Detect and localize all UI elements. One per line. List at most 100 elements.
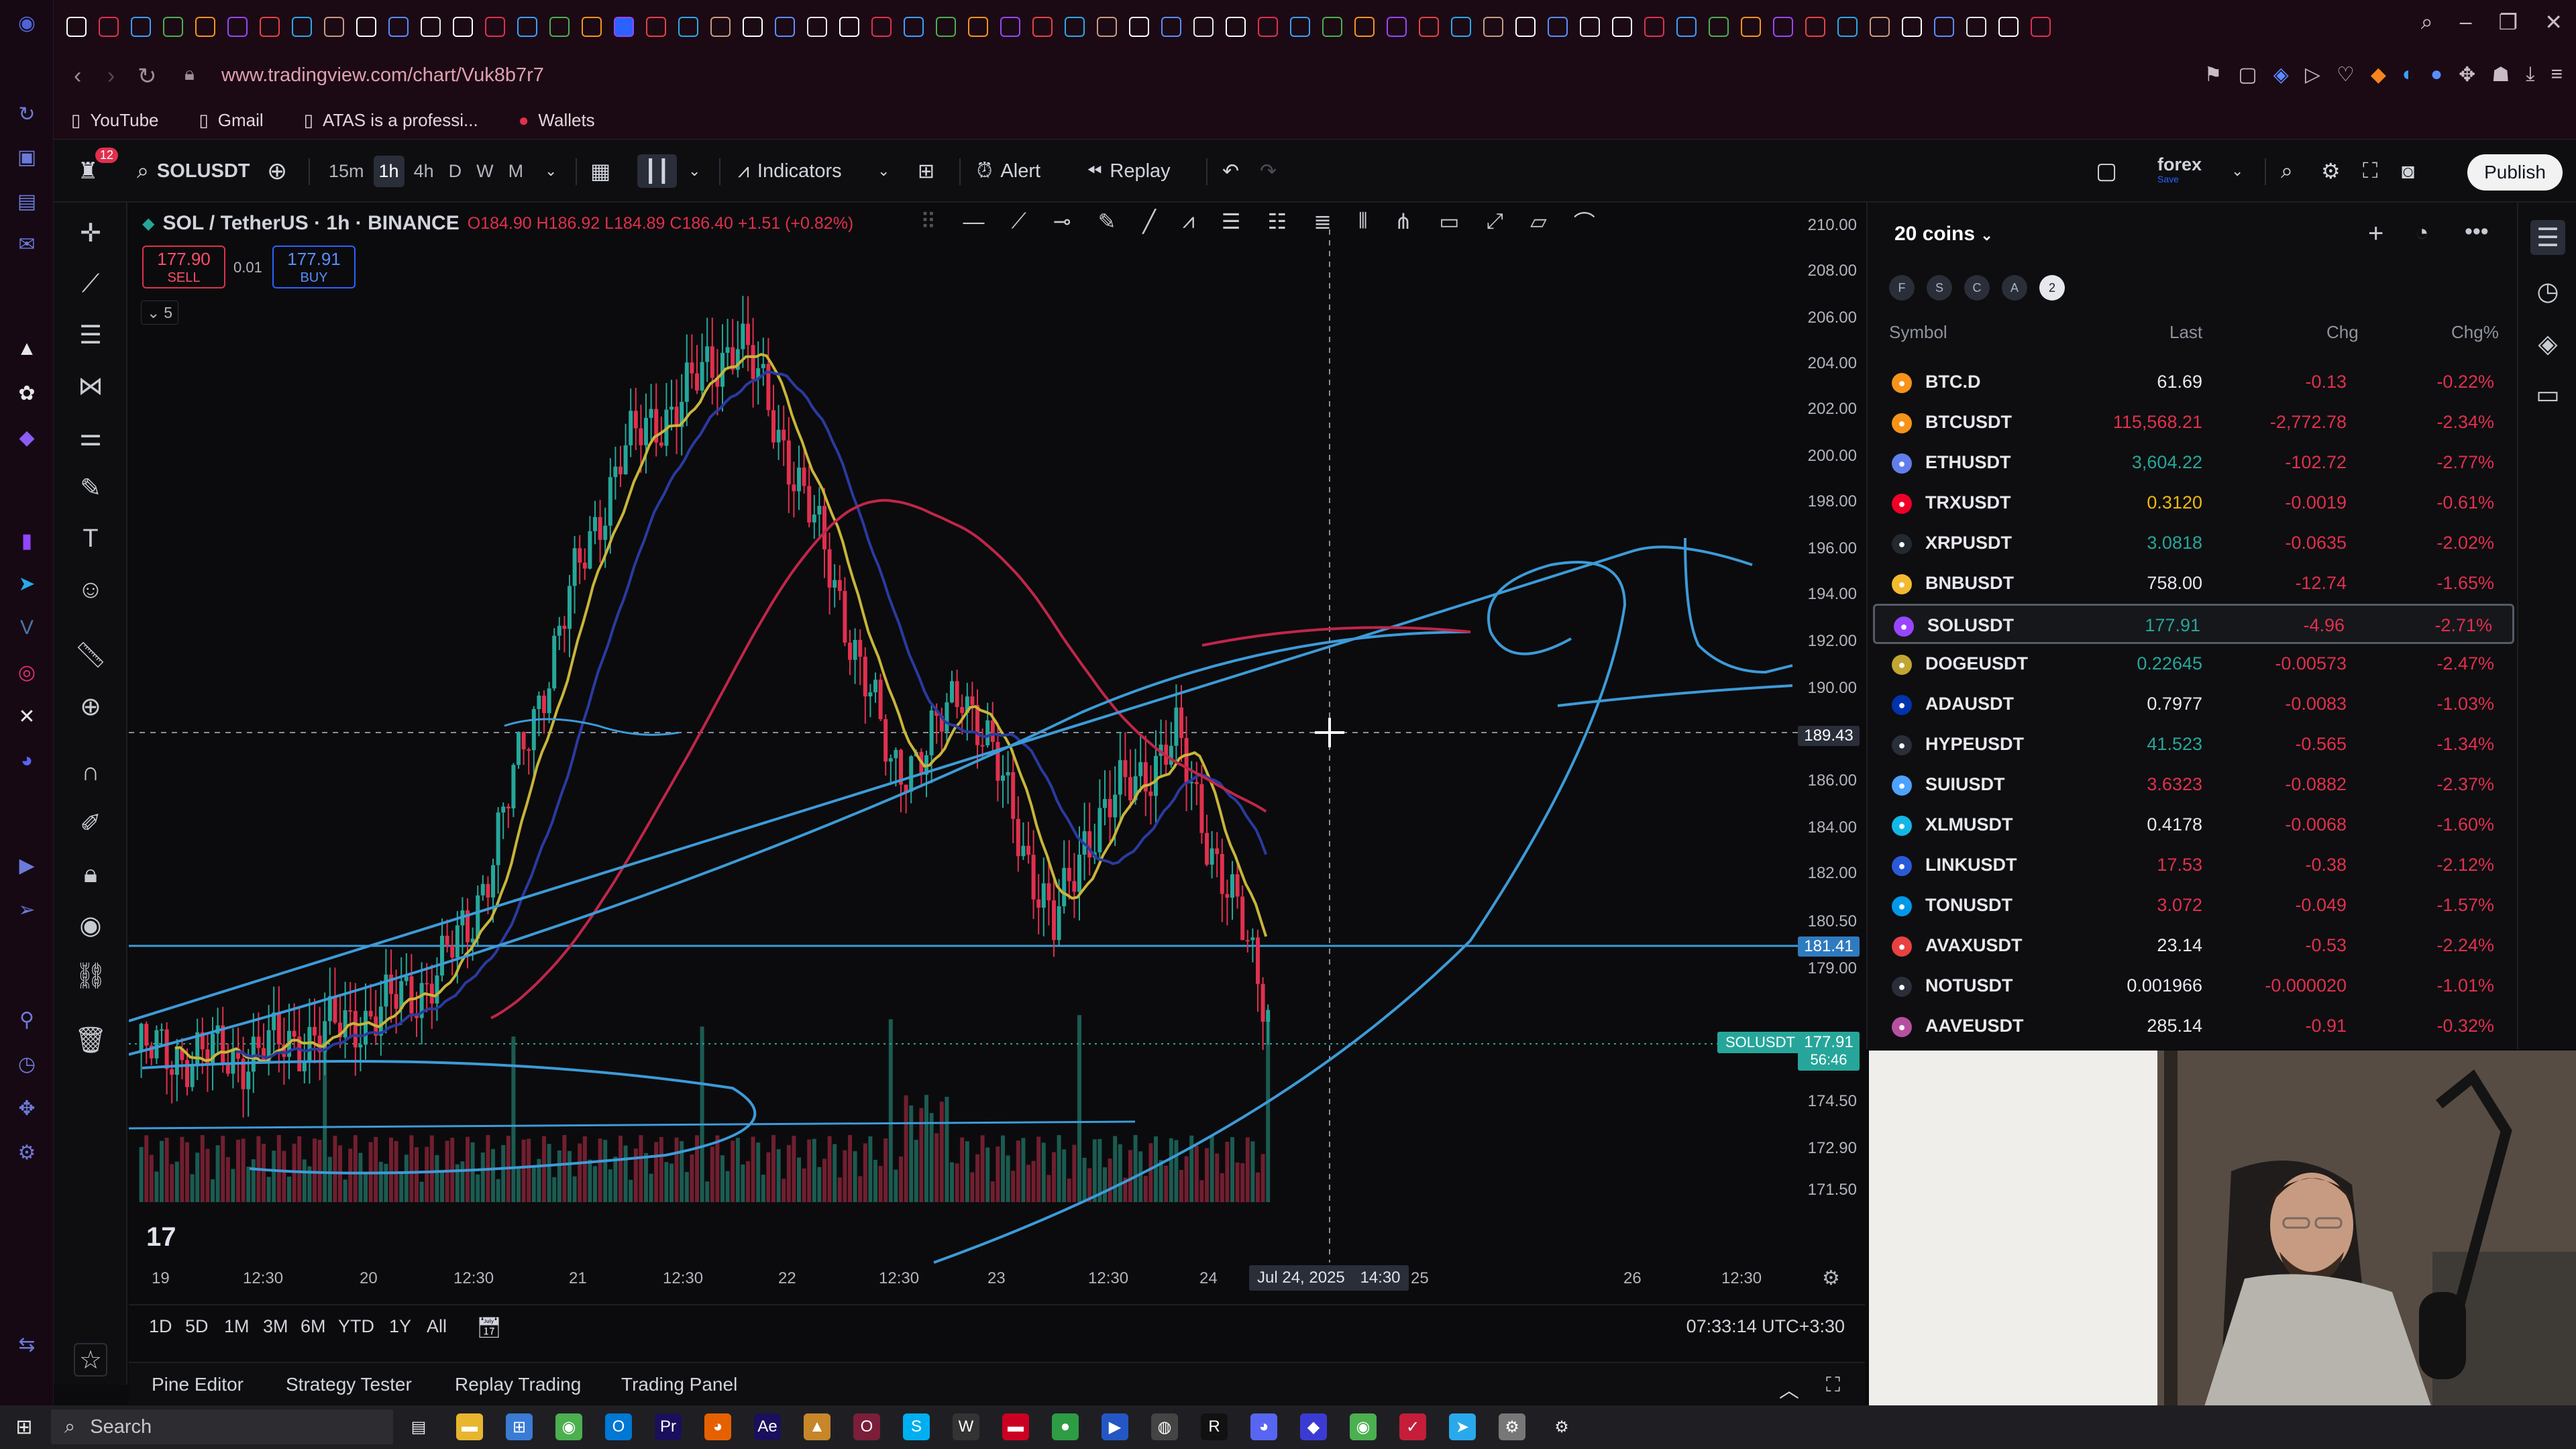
candles-icon[interactable]: ┃┃ [637, 154, 677, 188]
symbol-search[interactable]: ⌕ SOLUSDT [137, 154, 250, 188]
price-chart[interactable]: ◆ SOL / TetherUS · 1h · BINANCE O184.90 … [129, 203, 1798, 1296]
app-icon-v[interactable]: ✓ [1399, 1413, 1426, 1440]
col-chg-header[interactable]: Chg [2326, 322, 2359, 343]
watchlist-row[interactable]: ● SOLUSDT 177.91 -4.96 -2.71% [1873, 604, 2514, 644]
price-axis[interactable]: 210.00 208.00 206.00 204.00 202.00 200.00 198.… [1798, 203, 1865, 1296]
browser-tab-icon[interactable] [388, 17, 409, 37]
browser-tab-icon[interactable] [1129, 17, 1149, 37]
extension-a-icon[interactable]: ◐ [2402, 63, 2414, 87]
settings-gear-icon[interactable]: ⚙ [2321, 154, 2341, 188]
sidebar-toggle-icon[interactable]: ⇆ [13, 1331, 40, 1358]
layout-dropdown-icon[interactable]: ⌄ [2231, 154, 2243, 188]
browser-tab-icon[interactable] [678, 17, 698, 37]
heart-icon[interactable]: ♡ [2337, 63, 2355, 87]
undo-icon[interactable]: ↶ [1222, 154, 1239, 188]
forward-icon[interactable]: › [107, 63, 115, 89]
crosshair-icon[interactable]: ✛ [74, 216, 107, 250]
extensions-icon[interactable]: ✥ [2459, 63, 2475, 87]
browser-tab-icon[interactable] [743, 17, 763, 37]
tab-pine-editor[interactable]: Pine Editor [152, 1374, 244, 1395]
app-icon-settings[interactable]: ⚙ [1548, 1413, 1575, 1440]
browser-tab-icon[interactable] [1741, 17, 1761, 37]
tab-strategy-tester[interactable]: Strategy Tester [286, 1374, 412, 1395]
browser-tab-icon[interactable] [227, 17, 248, 37]
browser-tab-icon[interactable] [1676, 17, 1697, 37]
browser-tab-icon[interactable] [775, 17, 795, 37]
x-icon[interactable]: ✕ [13, 703, 40, 730]
watchlist-row[interactable]: ● SUIUSDT 3.6323 -0.0882 -2.37% [1873, 765, 2514, 805]
app-icon-r[interactable]: R [1201, 1413, 1228, 1440]
player-icon[interactable]: ▶ [13, 852, 40, 879]
aria-icon[interactable]: ▲ [13, 335, 40, 362]
browser-tab-icon[interactable] [1709, 17, 1729, 37]
timeframe-W[interactable]: W [471, 156, 498, 187]
telegram-icon[interactable]: ➤ [13, 570, 40, 597]
bookmark-icon[interactable]: ⚑ [2204, 63, 2222, 87]
browser-tab-icon[interactable] [1419, 17, 1439, 37]
vlc-icon[interactable]: ▲ [804, 1413, 830, 1440]
taskbar-search[interactable]: ⌕ Search [51, 1409, 393, 1444]
extension-b-icon[interactable]: ● [2430, 63, 2443, 87]
path-tool-icon[interactable]: ⩘ [1183, 209, 1195, 234]
add-symbol-icon[interactable]: + [2368, 219, 2383, 249]
browser-tab-icon[interactable] [1966, 17, 1986, 37]
publish-button[interactable]: Publish [2467, 154, 2563, 191]
send-icon[interactable]: ➢ [13, 896, 40, 923]
col-last-header[interactable]: Last [2169, 322, 2202, 343]
watchlist-icon[interactable]: ☰ [2530, 220, 2565, 255]
chrome-2-icon[interactable]: ◉ [1350, 1413, 1377, 1440]
browser-tab-icon[interactable] [1000, 17, 1020, 37]
magnet-icon[interactable]: ∩ [74, 755, 107, 789]
browser-tab-icon[interactable] [1065, 17, 1085, 37]
lock-all-icon[interactable]: 🔒︎ [74, 857, 107, 891]
browser-tab-icon[interactable] [1483, 17, 1503, 37]
chart-style-icon[interactable]: ▦ [590, 154, 610, 188]
range-1M[interactable]: 1M [224, 1316, 250, 1337]
trash-icon[interactable]: 🗑︎ [74, 1024, 107, 1057]
timeframe-15m[interactable]: 15m [323, 156, 370, 187]
browser-tab-icon[interactable] [839, 17, 859, 37]
skype-icon[interactable]: S [903, 1413, 930, 1440]
browser-tab-icon[interactable] [1193, 17, 1214, 37]
browser-tab-icon[interactable] [1612, 17, 1632, 37]
replay-button[interactable]: ⏪︎ Replay [1087, 154, 1171, 188]
indicators-collapse-toggle[interactable]: ⌄ 5 [141, 301, 178, 325]
range-All[interactable]: All [427, 1316, 447, 1337]
bookmark-wallets[interactable]: ● Wallets [519, 110, 595, 131]
browser-tab-icon[interactable] [131, 17, 151, 37]
timeframe-D[interactable]: D [443, 156, 468, 187]
browser-tab-icon[interactable] [260, 17, 280, 37]
app-icon-purple[interactable]: ◆ [1300, 1413, 1327, 1440]
range-3M[interactable]: 3M [263, 1316, 288, 1337]
maximize-icon[interactable]: ❐ [2499, 9, 2518, 35]
ray-tool-icon[interactable]: ⟋ [1011, 209, 1026, 234]
range-YTD[interactable]: YTD [338, 1316, 374, 1337]
watchlist-flag[interactable]: F [1889, 275, 1915, 301]
browser-tab-icon[interactable] [1548, 17, 1568, 37]
discord-icon[interactable]: ◕ [13, 747, 40, 774]
firefox-icon[interactable]: ◕ [704, 1413, 731, 1440]
browser-tab-icon[interactable] [485, 17, 505, 37]
rect-tool-icon[interactable]: ▭ [1439, 209, 1459, 234]
browser-tab-icon[interactable] [517, 17, 537, 37]
play-icon[interactable]: ▷ [2305, 63, 2320, 87]
redo-icon[interactable]: ↷ [1260, 154, 1277, 188]
drag-handle-icon[interactable]: ⠿ [920, 209, 936, 234]
pen-tool-icon[interactable]: ✎ [1098, 209, 1116, 234]
camera-icon[interactable]: ◙ [2402, 154, 2414, 188]
col-symbol-header[interactable]: Symbol [1889, 322, 1947, 343]
fib-icon[interactable]: ⚌ [74, 420, 107, 453]
watchlist-flag[interactable]: C [1964, 275, 1990, 301]
close-window-icon[interactable]: ✕ [2544, 9, 2563, 35]
pitchfork-tool-icon[interactable]: ⋔ [1394, 209, 1412, 234]
curve-tool-icon[interactable]: ⌒ [1574, 206, 1595, 237]
browser-tab-icon[interactable] [1805, 17, 1825, 37]
more-options-icon[interactable]: ••• [2465, 219, 2489, 245]
hline-tool-icon[interactable]: ⊸ [1053, 209, 1071, 234]
eye-icon[interactable]: ◉ [74, 908, 107, 942]
fullscreen-icon[interactable]: ⛶ [2363, 154, 2377, 188]
bag-icon[interactable]: ▣ [13, 144, 40, 170]
back-icon[interactable]: ‹ [74, 63, 81, 89]
browser-tab-icon[interactable] [1870, 17, 1890, 37]
watchlist-row[interactable]: ● TONUSDT 3.072 -0.049 -1.57% [1873, 885, 2514, 926]
